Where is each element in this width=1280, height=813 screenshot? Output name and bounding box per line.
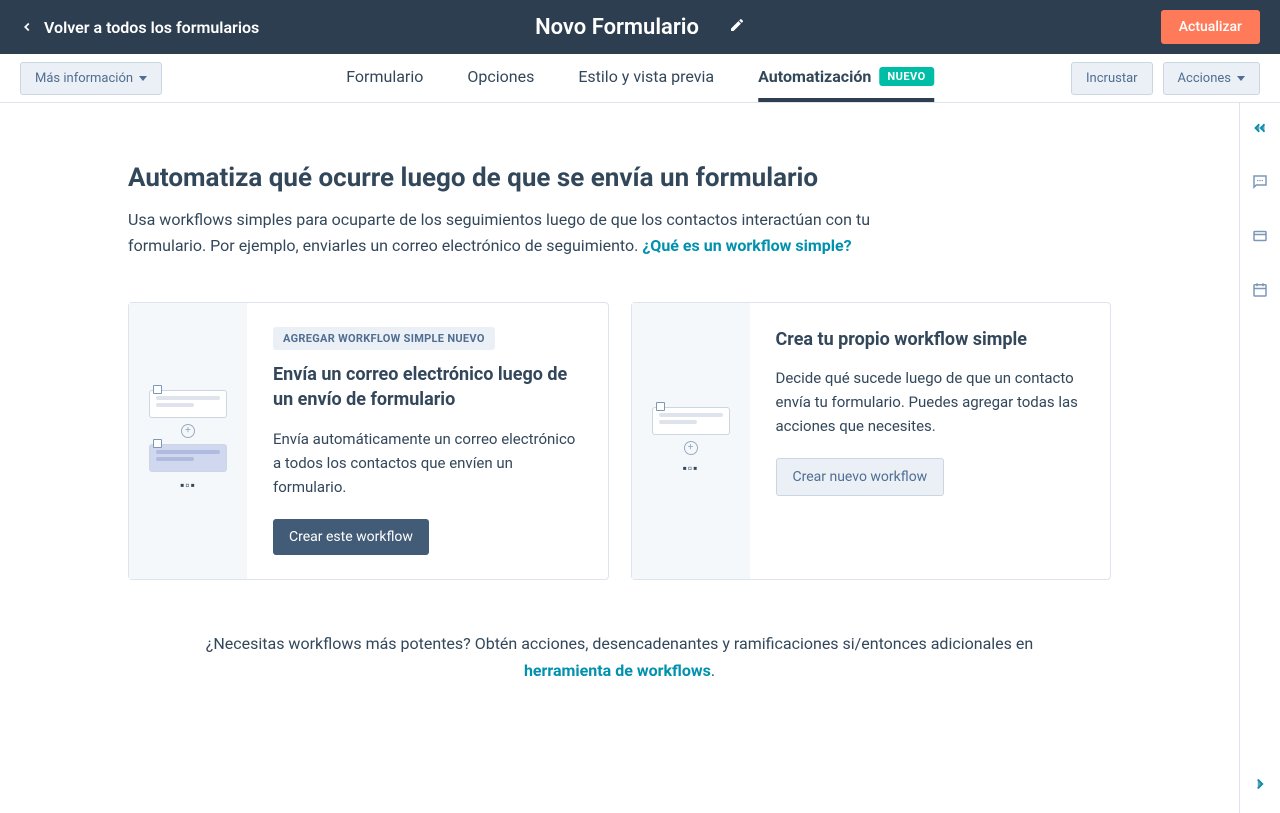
- chevron-left-icon: [20, 20, 34, 34]
- card-email-workflow: + ▪▫▪ AGREGAR WORKFLOW SIMPLE NUEVO Enví…: [128, 302, 609, 579]
- comment-icon: [1251, 173, 1269, 191]
- tab-automatizacion[interactable]: Automatización NUEVO: [758, 54, 934, 102]
- card-title: Envía un correo electrónico luego de un …: [273, 362, 582, 412]
- card-title: Crea tu propio workflow simple: [776, 327, 1085, 352]
- nav-bar: Más información Formulario Opciones Esti…: [0, 54, 1280, 103]
- card-tag: AGREGAR WORKFLOW SIMPLE NUEVO: [273, 327, 495, 350]
- actions-dropdown[interactable]: Acciones: [1163, 62, 1260, 95]
- badge-new: NUEVO: [879, 67, 933, 86]
- card-custom-workflow: + ▪▫▪ Crea tu propio workflow simple Dec…: [631, 302, 1112, 579]
- tab-formulario[interactable]: Formulario: [346, 54, 423, 102]
- rail-expand-button[interactable]: [1251, 775, 1269, 797]
- chevron-right-icon: [1251, 775, 1269, 793]
- actions-label: Acciones: [1178, 71, 1231, 86]
- tab-automatizacion-label: Automatización: [758, 67, 871, 86]
- title-container: Novo Formulario: [535, 15, 745, 40]
- collapse-rail-button[interactable]: [1251, 119, 1269, 141]
- back-link[interactable]: Volver a todos los formularios: [20, 18, 259, 37]
- caret-down-icon: [1237, 76, 1245, 81]
- what-is-workflow-link[interactable]: ¿Qué es un workflow simple?: [642, 236, 851, 255]
- card-desc: Envía automáticamente un correo electrón…: [273, 427, 582, 499]
- main-subtitle: Usa workflows simples para ocuparte de l…: [128, 207, 948, 258]
- tabs: Formulario Opciones Estilo y vista previ…: [346, 54, 934, 102]
- nav-right: Incrustar Acciones: [1071, 62, 1260, 95]
- window-icon: [1251, 227, 1269, 245]
- tab-opciones[interactable]: Opciones: [467, 54, 534, 102]
- rail-comment-button[interactable]: [1251, 173, 1269, 195]
- calendar-icon: [1251, 281, 1269, 299]
- more-info-label: Más información: [35, 71, 133, 86]
- card-illustration: + ▪▫▪: [129, 303, 247, 578]
- embed-button[interactable]: Incrustar: [1071, 62, 1153, 95]
- rail-calendar-button[interactable]: [1251, 281, 1269, 303]
- pencil-icon: [729, 17, 745, 33]
- footer-after: .: [711, 661, 715, 680]
- tab-estilo[interactable]: Estilo y vista previa: [578, 54, 714, 102]
- page-title: Novo Formulario: [535, 15, 699, 40]
- edit-title-button[interactable]: [729, 17, 745, 37]
- right-rail: [1239, 103, 1280, 813]
- cards-row: + ▪▫▪ AGREGAR WORKFLOW SIMPLE NUEVO Enví…: [128, 302, 1111, 579]
- card-illustration: + ▪▫▪: [632, 303, 750, 578]
- card-body: Crea tu propio workflow simple Decide qu…: [750, 303, 1111, 578]
- main-heading: Automatiza qué ocurre luego de que se en…: [128, 163, 1111, 193]
- content-area: Automatiza qué ocurre luego de que se en…: [0, 103, 1239, 813]
- card-body: AGREGAR WORKFLOW SIMPLE NUEVO Envía un c…: [247, 303, 608, 578]
- top-bar: Volver a todos los formularios Novo Form…: [0, 0, 1280, 54]
- more-info-dropdown[interactable]: Más información: [20, 62, 162, 95]
- card-desc: Decide qué sucede luego de que un contac…: [776, 366, 1085, 438]
- create-this-workflow-button[interactable]: Crear este workflow: [273, 519, 429, 555]
- back-label: Volver a todos los formularios: [44, 18, 259, 37]
- update-button[interactable]: Actualizar: [1161, 10, 1260, 44]
- footer-before: ¿Necesitas workflows más potentes? Obtén…: [206, 634, 1033, 653]
- chevrons-left-icon: [1251, 119, 1269, 137]
- rail-window-button[interactable]: [1251, 227, 1269, 249]
- main-wrap: Automatiza qué ocurre luego de que se en…: [0, 103, 1280, 813]
- create-new-workflow-button[interactable]: Crear nuevo workflow: [776, 458, 945, 496]
- workflows-tool-link[interactable]: herramienta de workflows: [524, 661, 711, 680]
- caret-down-icon: [139, 76, 147, 81]
- footer-text: ¿Necesitas workflows más potentes? Obtén…: [180, 630, 1060, 684]
